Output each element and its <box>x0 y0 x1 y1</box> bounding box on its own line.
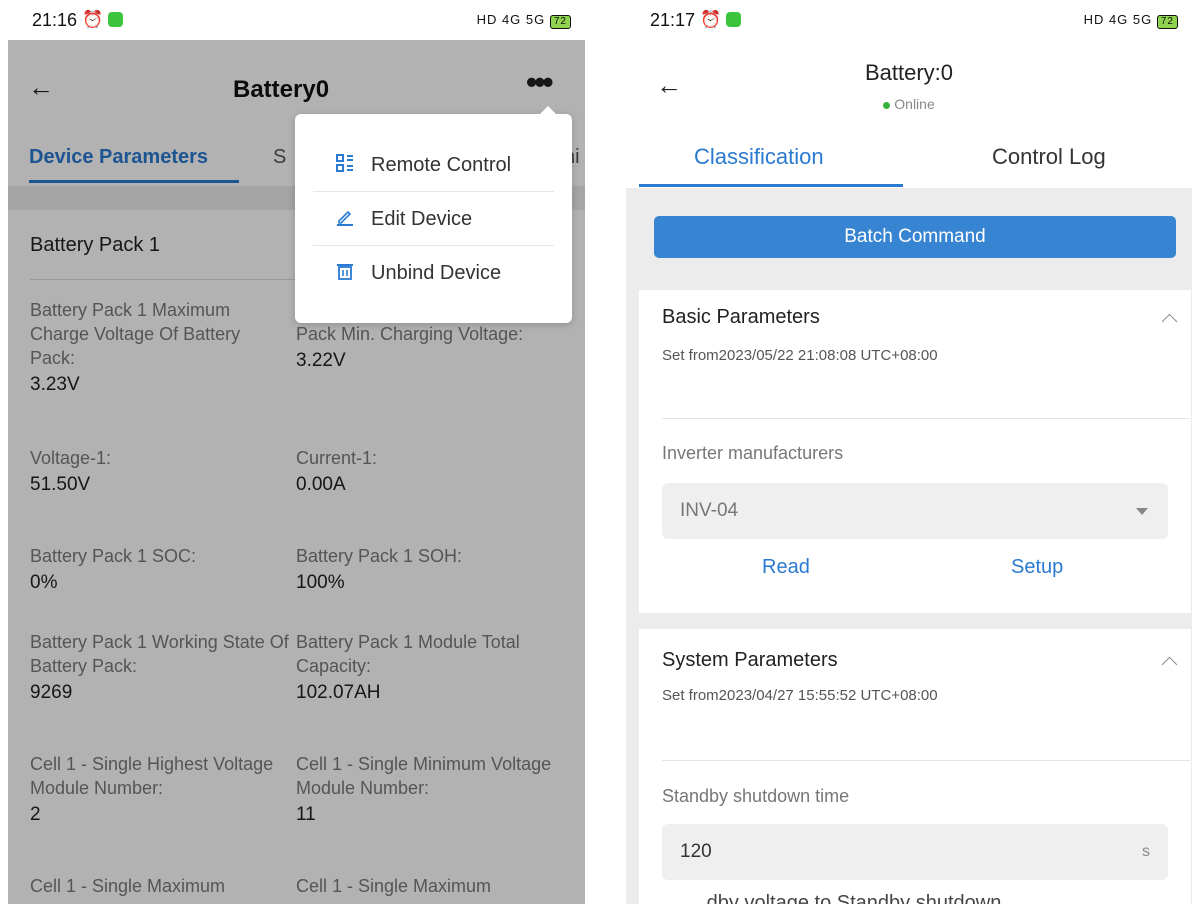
field-label: Inverter manufacturers <box>662 443 844 463</box>
divider <box>662 418 1190 419</box>
menu-item-label: Remote Control <box>371 154 512 176</box>
options-menu: Remote Control Edit Device Unbind Device <box>295 106 572 323</box>
card-title: Basic Parameters <box>662 306 820 328</box>
system-status-icons: HD 4G 5G 72 <box>1084 12 1178 29</box>
read-button[interactable]: Read <box>762 556 810 579</box>
battery-icon: 72 <box>1156 15 1178 29</box>
menu-item-edit-device[interactable]: Edit Device <box>313 193 554 245</box>
app-notification-icon <box>108 12 123 27</box>
cut-off-label: ...dby voltage to Standby shutdown... <box>690 892 1018 904</box>
menu-pointer <box>539 106 557 115</box>
menu-item-label: Unbind Device <box>371 262 502 284</box>
field-label: Standby shutdown time <box>662 786 850 806</box>
right-screen: 21:17 ⏰ HD 4G 5G 72 ← Battery:0 Online C… <box>626 0 1192 904</box>
tab-control-log[interactable]: Control Log <box>992 144 1106 170</box>
input-value: 120 <box>680 841 712 862</box>
standby-shutdown-time-input[interactable]: 120 s <box>662 824 1168 880</box>
menu-divider <box>313 191 554 192</box>
inverter-manufacturer-select[interactable]: INV-04 <box>662 483 1168 539</box>
dropdown-caret-icon <box>1136 508 1148 515</box>
online-dot-icon <box>883 101 891 109</box>
battery-icon: 72 <box>549 15 571 29</box>
menu-item-label: Edit Device <box>371 208 473 230</box>
divider <box>662 760 1190 761</box>
remote-control-icon <box>335 154 355 174</box>
menu-item-unbind-device[interactable]: Unbind Device <box>313 247 554 299</box>
basic-parameters-card: Basic Parameters Set from2023/05/22 21:0… <box>639 290 1191 613</box>
system-parameters-card: System Parameters Set from2023/04/27 15:… <box>639 629 1191 904</box>
batch-command-button[interactable]: Batch Command <box>654 216 1176 258</box>
status-time: 21:16 <box>32 10 78 30</box>
online-status: Online <box>626 96 1192 112</box>
status-bar: 21:17 ⏰ HD 4G 5G 72 <box>626 0 1192 40</box>
tab-classification[interactable]: Classification <box>694 144 824 170</box>
card-timestamp: Set from2023/04/27 15:55:52 UTC+08:00 <box>662 687 938 704</box>
page-title: Battery:0 <box>864 60 954 85</box>
select-value: INV-04 <box>680 500 739 521</box>
active-tab-indicator <box>639 184 903 187</box>
card-title: System Parameters <box>662 649 838 671</box>
menu-item-remote-control[interactable]: Remote Control <box>313 139 554 191</box>
edit-icon <box>335 208 355 228</box>
system-status-icons: HD 4G 5G 72 <box>477 12 571 29</box>
card-timestamp: Set from2023/05/22 21:08:08 UTC+08:00 <box>662 347 938 364</box>
trash-icon <box>335 262 355 282</box>
left-screen: 21:16 ⏰ HD 4G 5G 72 ← Battery0 ••• Devic… <box>8 0 585 904</box>
chevron-up-icon[interactable] <box>1161 656 1178 673</box>
chevron-up-icon[interactable] <box>1161 313 1178 330</box>
menu-divider <box>313 245 554 246</box>
unit-label: s <box>1142 843 1150 860</box>
app-notification-icon <box>726 12 741 27</box>
status-time: 21:17 <box>650 10 696 30</box>
alarm-icon: ⏰ <box>82 10 104 29</box>
setup-button[interactable]: Setup <box>1011 556 1063 579</box>
alarm-icon: ⏰ <box>700 10 722 29</box>
status-bar: 21:16 ⏰ HD 4G 5G 72 <box>8 0 585 40</box>
